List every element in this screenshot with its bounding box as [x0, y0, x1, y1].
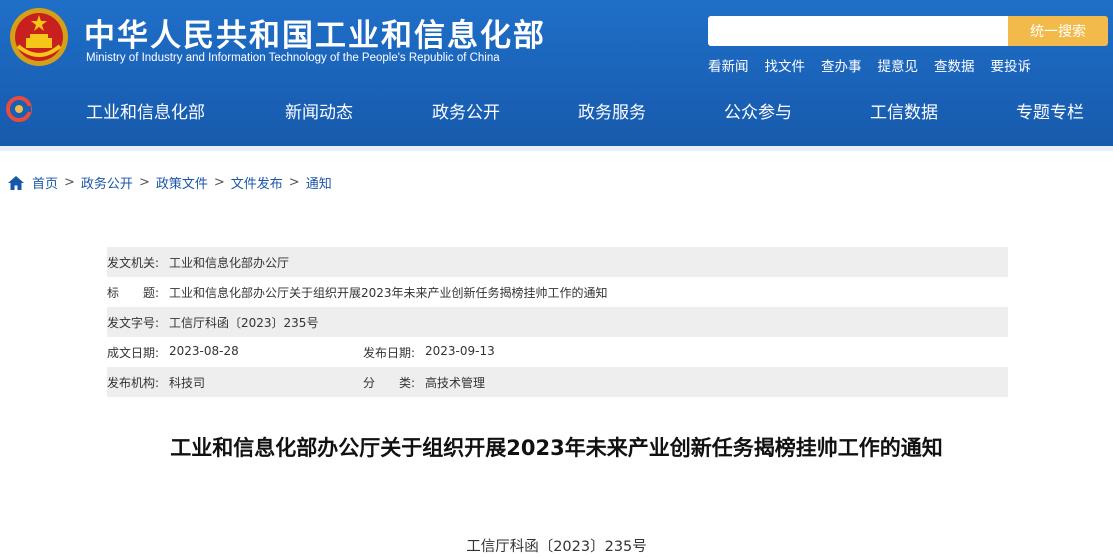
search-input[interactable] — [708, 16, 1008, 46]
quick-link-complaint[interactable]: 要投诉 — [991, 55, 1032, 75]
title-value: 工业和信息化部办公厅关于组织开展2023年未来产业创新任务揭榜挂帅工作的通知 — [169, 285, 608, 300]
breadcrumb-notice[interactable]: 通知 — [306, 173, 332, 192]
document-title: 工业和信息化部办公厅关于组织开展2023年未来产业创新任务揭榜挂帅工作的通知 — [170, 436, 943, 460]
date-label: 成文日期: — [107, 345, 160, 360]
breadcrumb-separator: > — [64, 175, 75, 190]
header-top: 中华人民共和国工业和信息化部 Ministry of Industry and … — [0, 0, 1113, 86]
breadcrumb-doc-release[interactable]: 文件发布 — [231, 173, 283, 192]
meta-cell: 成文日期: 2023-08-28 — [107, 344, 363, 361]
quick-link-news[interactable]: 看新闻 — [708, 55, 749, 75]
document-number: 工信厅科函〔2023〕235号 — [466, 539, 647, 555]
category-label: 分 类: — [363, 375, 416, 390]
nav-item-gov-affairs[interactable]: 政务公开 — [432, 98, 500, 123]
main-nav: 工业和信息化部 新闻动态 政务公开 政务服务 公众参与 工信数据 专题专栏 — [0, 86, 1113, 136]
breadcrumb-separator: > — [213, 175, 225, 190]
meta-row-dates: 成文日期: 2023-08-28 发布日期: 2023-09-13 — [107, 337, 1008, 367]
breadcrumb-policy-docs[interactable]: 政策文件 — [156, 173, 208, 192]
nav-item-gov-services[interactable]: 政务服务 — [578, 98, 646, 123]
nav-item-public[interactable]: 公众参与 — [724, 98, 792, 123]
breadcrumb-separator: > — [138, 175, 150, 190]
org-value: 科技司 — [169, 375, 206, 390]
docno-value: 工信厅科函〔2023〕235号 — [169, 315, 319, 330]
title-label: 标 题: — [107, 285, 160, 300]
nav-item-topics[interactable]: 专题专栏 — [1016, 98, 1084, 123]
meta-cell: 发布机构: 科技司 — [107, 374, 363, 391]
meta-cell: 发文机关: 工业和信息化部办公厅 — [107, 254, 289, 271]
national-emblem-icon[interactable] — [8, 6, 70, 68]
breadcrumb-separator: > — [288, 175, 300, 190]
home-icon[interactable] — [8, 175, 24, 190]
site-header: 中华人民共和国工业和信息化部 Ministry of Industry and … — [0, 0, 1113, 146]
site-title[interactable]: 中华人民共和国工业和信息化部 — [84, 10, 546, 55]
meta-cell: 发布日期: 2023-09-13 — [363, 344, 495, 361]
pubdate-value: 2023-09-13 — [425, 343, 495, 358]
header-divider — [0, 146, 1113, 151]
meta-row-docno: 发文字号: 工信厅科函〔2023〕235号 — [107, 307, 1008, 337]
breadcrumb-gov-affairs[interactable]: 政务公开 — [81, 173, 133, 192]
pubdate-label: 发布日期: — [363, 345, 416, 360]
breadcrumb-home[interactable]: 首页 — [32, 173, 58, 192]
meta-cell: 发文字号: 工信厅科函〔2023〕235号 — [107, 314, 318, 331]
issuer-label: 发文机关: — [107, 255, 160, 270]
quick-link-feedback[interactable]: 提意见 — [878, 55, 919, 75]
meta-row-title: 标 题: 工业和信息化部办公厅关于组织开展2023年未来产业创新任务揭榜挂帅工作… — [107, 277, 1008, 307]
docno-label: 发文字号: — [107, 315, 160, 330]
nav-item-miit[interactable]: 工业和信息化部 — [86, 98, 205, 123]
category-value: 高技术管理 — [425, 375, 486, 390]
quick-link-services[interactable]: 查办事 — [821, 55, 862, 75]
quick-link-files[interactable]: 找文件 — [765, 55, 806, 75]
meta-cell: 标 题: 工业和信息化部办公厅关于组织开展2023年未来产业创新任务揭榜挂帅工作… — [107, 284, 608, 301]
search-button[interactable]: 统一搜索 — [1008, 16, 1108, 46]
breadcrumb: 首页 > 政务公开 > 政策文件 > 文件发布 > 通知 — [8, 173, 332, 192]
quick-link-data[interactable]: 查数据 — [934, 55, 975, 75]
issuer-value: 工业和信息化部办公厅 — [169, 255, 290, 270]
org-label: 发布机构: — [107, 375, 160, 390]
meta-row-org: 发布机构: 科技司 分 类: 高技术管理 — [107, 367, 1008, 397]
ministry-logo-icon[interactable] — [6, 96, 32, 122]
site-subtitle: Ministry of Industry and Information Tec… — [86, 52, 500, 64]
nav-item-data[interactable]: 工信数据 — [870, 98, 938, 123]
meta-cell: 分 类: 高技术管理 — [363, 374, 485, 391]
meta-row-issuer: 发文机关: 工业和信息化部办公厅 — [107, 247, 1008, 277]
document-metadata-table: 发文机关: 工业和信息化部办公厅 标 题: 工业和信息化部办公厅关于组织开展20… — [107, 247, 1008, 397]
quick-links: 看新闻 找文件 查办事 提意见 查数据 要投诉 — [708, 55, 1047, 75]
nav-item-news[interactable]: 新闻动态 — [285, 98, 353, 123]
date-value: 2023-08-28 — [169, 343, 239, 358]
